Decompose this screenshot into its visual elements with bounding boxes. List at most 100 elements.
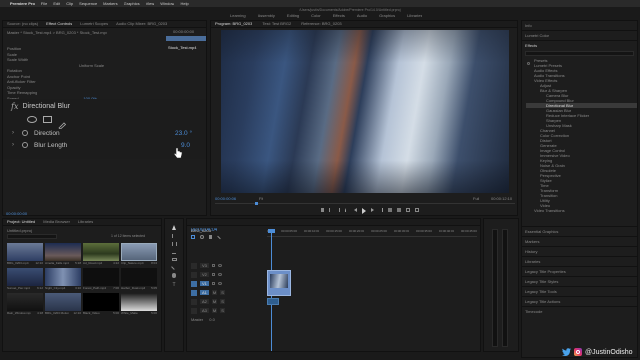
workspace-audio[interactable]: Audio — [357, 13, 367, 19]
type-tool-icon[interactable]: T — [172, 282, 175, 288]
extract-icon[interactable] — [397, 208, 401, 212]
ripple-edit-icon[interactable] — [171, 242, 177, 246]
lift-icon[interactable] — [388, 208, 392, 212]
tab-project[interactable]: Project: Untitled — [7, 219, 35, 225]
play-icon[interactable] — [362, 208, 366, 214]
stack-legacy-tools[interactable]: Legacy Title Tools — [522, 286, 637, 296]
stack-legacy-actions[interactable]: Legacy Title Actions — [522, 296, 637, 306]
blur-length-stopwatch-icon[interactable] — [22, 142, 28, 148]
workspace-graphics[interactable]: Graphics — [379, 13, 395, 19]
thumbnail[interactable]: Night_City.mp4 3:10 — [45, 268, 81, 291]
menu-file[interactable]: File — [41, 1, 47, 6]
program-video-frame[interactable] — [221, 30, 509, 193]
workspace-assembly[interactable]: Assembly — [258, 13, 275, 19]
program-timecode[interactable]: 00:00:00:06 — [215, 196, 236, 201]
track-target-v2[interactable] — [191, 271, 197, 278]
playhead-marker[interactable] — [255, 202, 258, 205]
stack-history[interactable]: History — [522, 246, 637, 256]
step-forward-icon[interactable] — [371, 208, 374, 212]
direction-value[interactable]: 23.0 ° — [175, 130, 192, 137]
menu-sequence[interactable]: Sequence — [79, 1, 97, 6]
thumbnail[interactable]: Forest_Path.mp4 7:00 — [83, 268, 119, 291]
stack-legacy-styles[interactable]: Legacy Title Styles — [522, 276, 637, 286]
app-name[interactable]: Premiere Pro — [10, 1, 35, 6]
thumbnail[interactable]: Rain_Window.mp4 4:18 — [7, 293, 43, 316]
eye-icon[interactable] — [217, 264, 222, 267]
mute-button[interactable]: M — [211, 299, 218, 304]
snap-icon[interactable] — [191, 235, 195, 239]
track-select-icon[interactable] — [171, 234, 177, 238]
thumbnail[interactable]: BRG_0203.mp4 12:10 — [7, 243, 43, 266]
tab-lumetri-scopes[interactable]: Lumetri Scopes — [80, 21, 108, 27]
menu-graphics[interactable]: Graphics — [124, 1, 140, 6]
thumbnail[interactable]: BRG_0203 Motion.mp4 12:10 — [45, 293, 81, 316]
lumetri-color-item[interactable]: Lumetri Color — [522, 30, 637, 40]
solo-button[interactable]: S — [220, 290, 225, 295]
track-target-v3[interactable] — [191, 262, 197, 269]
stack-legacy-props[interactable]: Legacy Title Properties — [522, 266, 637, 276]
blur-length-expand-icon[interactable]: › — [12, 142, 14, 148]
program-scrubber[interactable] — [215, 202, 515, 205]
effects-header[interactable]: Effects — [522, 40, 637, 50]
eye-icon[interactable] — [217, 273, 222, 276]
stack-timecode[interactable]: Timecode — [522, 306, 637, 316]
mute-button[interactable]: M — [211, 308, 218, 313]
solo-button[interactable]: S — [220, 299, 225, 304]
linked-selection-icon[interactable] — [200, 235, 204, 239]
tab-libraries[interactable]: Libraries — [78, 219, 93, 225]
mark-in-icon[interactable] — [329, 208, 332, 212]
thumbnail[interactable]: Harbor_Dusk.mp4 5:05 — [121, 268, 157, 291]
info-item[interactable]: Info — [522, 21, 637, 30]
menu-markers[interactable]: Markers — [103, 1, 117, 6]
lock-icon[interactable] — [211, 273, 215, 276]
add-marker-icon[interactable] — [321, 208, 324, 212]
workspace-color[interactable]: Color — [311, 13, 321, 19]
menu-view[interactable]: View — [146, 1, 155, 6]
track-target-a1[interactable] — [191, 289, 197, 296]
go-to-in-icon[interactable] — [345, 208, 349, 212]
ec-clip-bar[interactable]: Stock_Test.mp4 — [166, 36, 206, 50]
thumbnail[interactable]: Amelia_Falls.mp4 5:18 — [45, 243, 81, 266]
stack-libraries[interactable]: Libraries — [522, 256, 637, 266]
menu-help[interactable]: Help — [180, 1, 188, 6]
tab-test[interactable]: Test: Test BRG2 — [262, 21, 291, 27]
workspace-effects[interactable]: Effects — [333, 13, 345, 19]
pen-mask-icon[interactable] — [58, 116, 67, 130]
comparison-view-icon[interactable] — [415, 208, 419, 212]
ellipse-mask-icon[interactable] — [27, 116, 37, 123]
rectangle-mask-icon[interactable] — [43, 116, 52, 123]
tree-video-transitions[interactable]: Video Transitions — [526, 208, 637, 213]
add-marker-tl-icon[interactable] — [209, 235, 212, 239]
razor-tool-icon[interactable] — [172, 250, 176, 254]
project-search[interactable] — [7, 234, 57, 239]
thumbnail[interactable]: Ad_Road.mp4 4:22 — [83, 243, 119, 266]
workspace-editing[interactable]: Editing — [287, 13, 299, 19]
track-target-a3[interactable] — [191, 307, 197, 314]
pen-tool-icon[interactable] — [171, 264, 177, 270]
hand-tool-icon[interactable] — [172, 273, 176, 278]
solo-button[interactable]: S — [220, 308, 225, 313]
mark-out-icon[interactable] — [337, 208, 340, 212]
export-frame-icon[interactable] — [406, 208, 410, 212]
track-target-a2[interactable] — [191, 298, 197, 305]
tab-effect-controls[interactable]: Effect Controls — [46, 21, 72, 27]
wrench-icon[interactable] — [217, 235, 221, 240]
menu-edit[interactable]: Edit — [53, 1, 60, 6]
step-back-icon[interactable] — [354, 208, 357, 212]
selection-tool-icon[interactable] — [172, 225, 176, 230]
workspace-libraries[interactable]: Libraries — [407, 13, 422, 19]
playhead-head[interactable] — [268, 229, 275, 233]
mute-button[interactable]: M — [211, 290, 218, 295]
tab-audio-mixer[interactable]: Audio Clip Mixer: BRG_0203 — [116, 21, 167, 27]
workspace-learning[interactable]: Learning — [230, 13, 246, 19]
stack-essential-graphics[interactable]: Essential Graphics — [522, 226, 637, 236]
stack-markers[interactable]: Markers — [522, 236, 637, 246]
program-fit[interactable]: Fit — [259, 196, 263, 201]
menu-window[interactable]: Window — [160, 1, 174, 6]
audio-clip[interactable] — [267, 298, 279, 305]
tab-program[interactable]: Program: BRG_0203 — [215, 21, 252, 27]
lock-icon[interactable] — [211, 282, 215, 285]
track-target-v1[interactable] — [191, 280, 197, 287]
lock-icon[interactable] — [211, 264, 215, 267]
thumbnail[interactable]: Black_Video 5:00 — [83, 293, 119, 316]
